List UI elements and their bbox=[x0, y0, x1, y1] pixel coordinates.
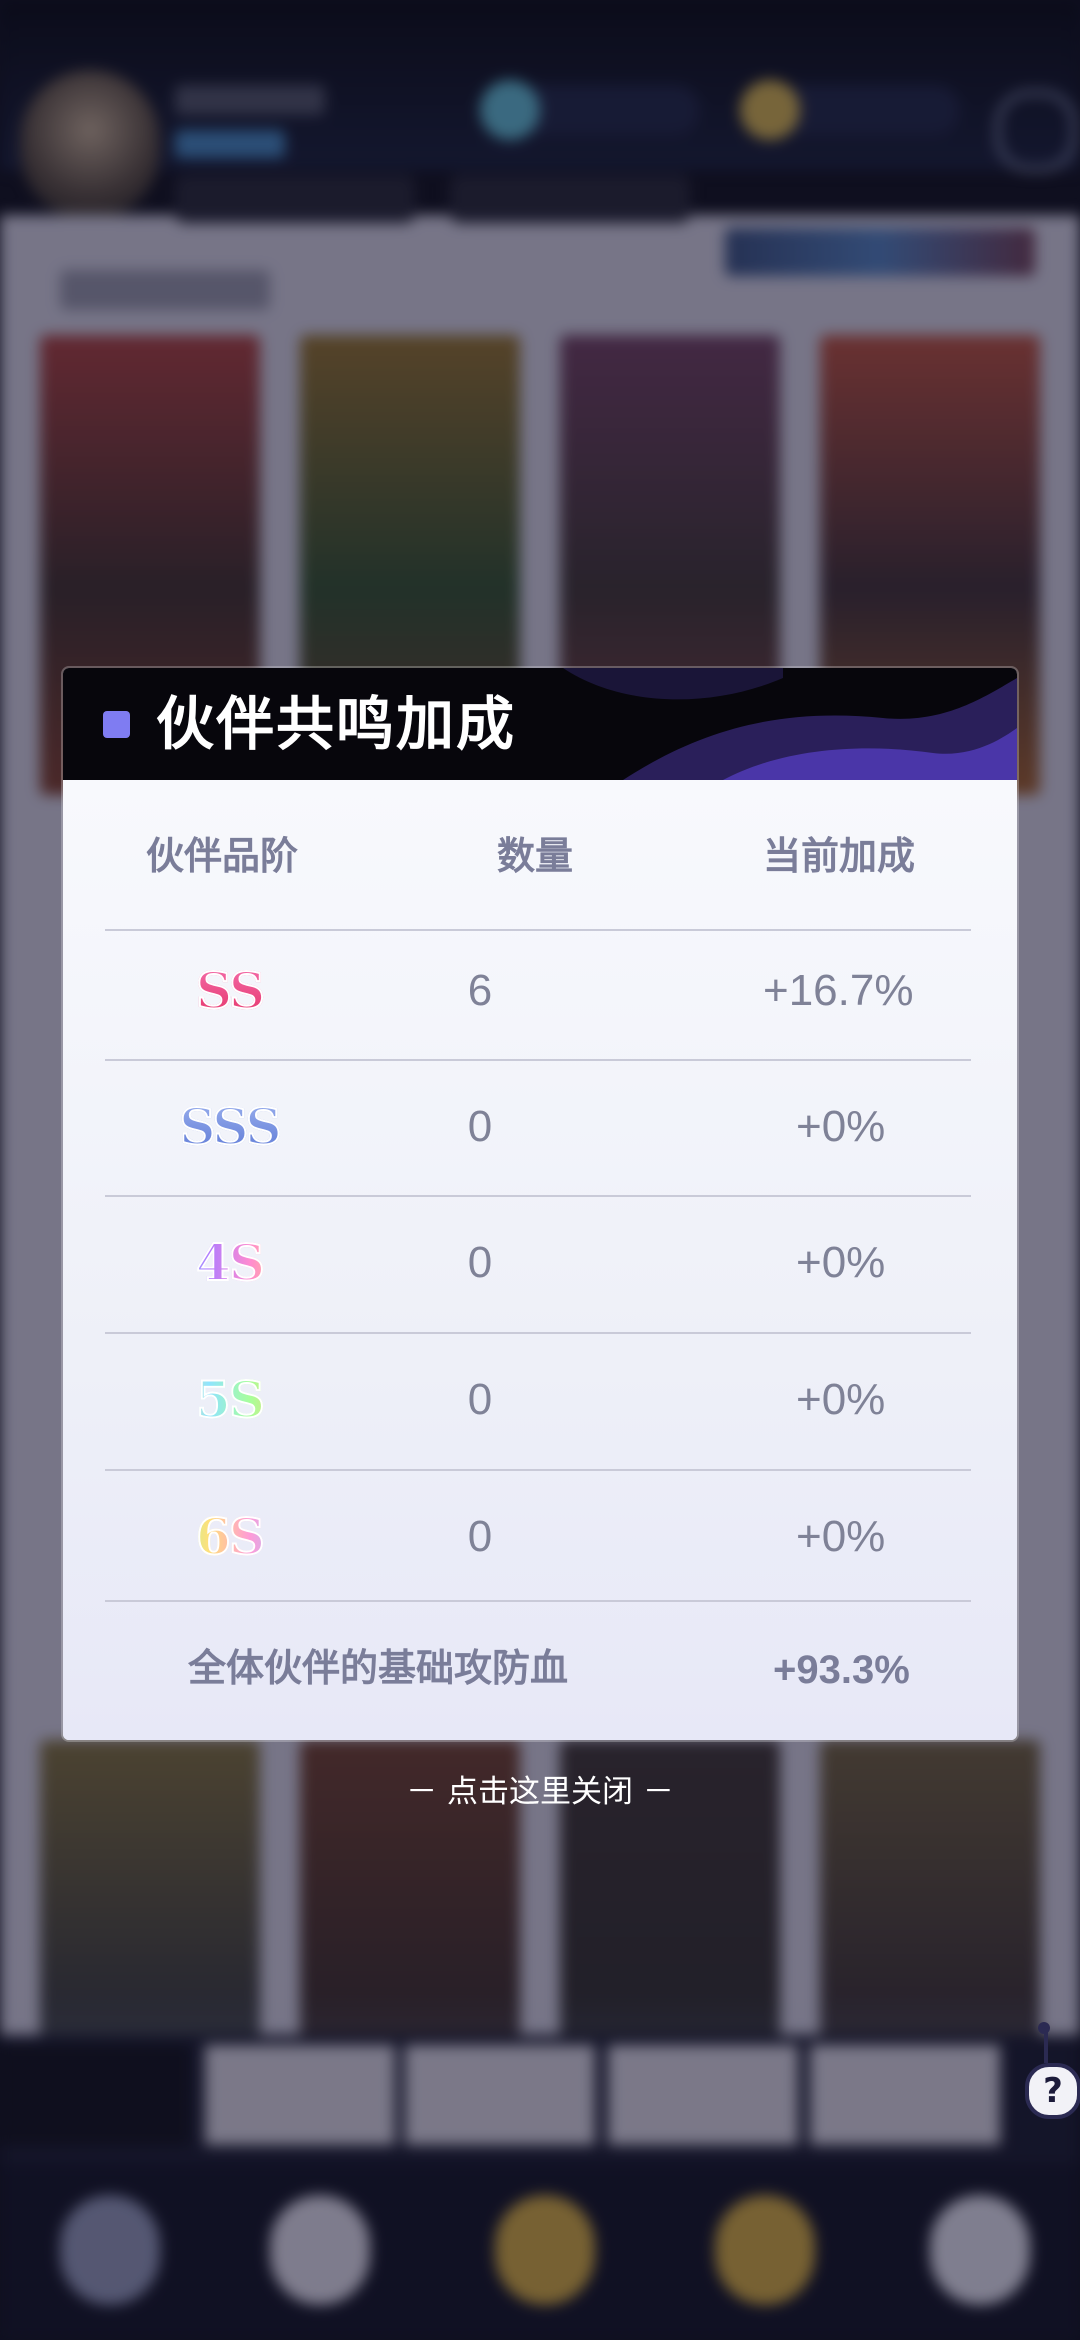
partner-count: 0 bbox=[467, 1238, 493, 1287]
total-bonus-value: +93.3% bbox=[773, 1648, 910, 1692]
partner-count: 0 bbox=[467, 1102, 493, 1151]
divider bbox=[105, 1600, 971, 1602]
grade-badge: SSS bbox=[167, 1059, 292, 1194]
bonus-value: +0% bbox=[796, 1238, 886, 1287]
total-bonus-label: 全体伙伴的基础攻防血 bbox=[188, 1646, 569, 1690]
table-row: SS 6 +16.7% bbox=[0, 923, 954, 1058]
bonus-value: +0% bbox=[796, 1375, 886, 1424]
column-header-count: 数量 bbox=[497, 834, 574, 878]
bonus-value: +0% bbox=[796, 1512, 886, 1561]
help-pin bbox=[1044, 2028, 1048, 2063]
column-header-bonus: 当前加成 bbox=[763, 834, 916, 878]
table-row: SSS 0 +0% bbox=[0, 1059, 954, 1194]
help-icon[interactable]: ? bbox=[1025, 2063, 1080, 2119]
table-row: 6S 0 +0% bbox=[0, 1469, 954, 1604]
column-header-grade: 伙伴品阶 bbox=[146, 834, 299, 878]
bonus-value: +0% bbox=[796, 1102, 886, 1151]
table-row: 5S 0 +0% bbox=[0, 1332, 954, 1467]
partner-count: 6 bbox=[467, 966, 493, 1015]
table-row: 4S 0 +0% bbox=[0, 1195, 954, 1330]
partner-count: 0 bbox=[467, 1512, 493, 1561]
dialog-title: 伙伴共鸣加成 bbox=[156, 690, 517, 758]
bonus-value: +16.7% bbox=[763, 966, 914, 1015]
partner-count: 0 bbox=[467, 1375, 493, 1424]
dialog-header: 伙伴共鸣加成 bbox=[63, 668, 1017, 780]
grade-badge: 6S bbox=[167, 1469, 292, 1604]
grade-badge: SS bbox=[167, 923, 292, 1058]
grade-badge: 4S bbox=[167, 1195, 292, 1330]
grade-badge: 5S bbox=[167, 1332, 292, 1467]
title-bullet-icon bbox=[103, 711, 130, 738]
close-hint-button[interactable]: － 点击这里关闭 － bbox=[0, 1770, 1080, 1814]
